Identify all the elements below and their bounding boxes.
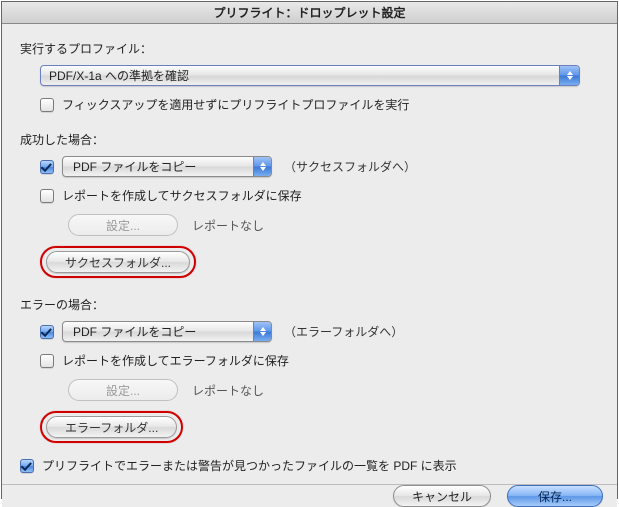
- success-copy-select[interactable]: PDF ファイルをコピー: [62, 156, 272, 177]
- error-report-label: レポートを作成してエラーフォルダに保存: [62, 352, 289, 369]
- error-label: エラーの場合：: [20, 296, 599, 313]
- updown-arrows-icon: [253, 322, 271, 341]
- error-copy-select-value: PDF ファイルをコピー: [73, 323, 196, 340]
- error-folder-highlight: エラーフォルダ...: [40, 411, 183, 443]
- success-copy-checkbox[interactable]: [40, 160, 54, 174]
- success-report-label: レポートを作成してサクセスフォルダに保存: [62, 187, 302, 204]
- updown-arrows-icon: [253, 157, 271, 176]
- save-button[interactable]: 保存...: [507, 485, 603, 507]
- window-title: プリフライト：ドロップレット設定: [2, 2, 617, 24]
- dialog-footer: キャンセル 保存...: [2, 484, 617, 507]
- error-settings-button: 設定...: [68, 379, 178, 401]
- profile-select[interactable]: PDF/X-1a への準拠を確認: [40, 65, 580, 86]
- success-label: 成功した場合：: [20, 131, 599, 148]
- error-copy-select[interactable]: PDF ファイルをコピー: [62, 321, 272, 342]
- fixups-checkbox[interactable]: [40, 98, 54, 112]
- summary-pdf-label: プリフライトでエラーまたは警告が見つかったファイルの一覧を PDF に表示: [42, 457, 457, 474]
- success-report-none: レポートなし: [192, 217, 264, 234]
- success-copy-select-value: PDF ファイルをコピー: [73, 158, 196, 175]
- fixups-checkbox-label: フィックスアップを適用せずにプリフライトプロファイルを実行: [62, 96, 409, 113]
- success-report-checkbox[interactable]: [40, 189, 54, 203]
- error-copy-checkbox[interactable]: [40, 325, 54, 339]
- error-report-checkbox[interactable]: [40, 354, 54, 368]
- profile-label: 実行するプロファイル：: [20, 40, 599, 57]
- preflight-droplet-window: プリフライト：ドロップレット設定 実行するプロファイル： PDF/X-1a への…: [1, 1, 618, 499]
- cancel-button[interactable]: キャンセル: [393, 485, 491, 507]
- success-destination-hint: （サクセスフォルダへ）: [284, 158, 416, 175]
- profile-select-value: PDF/X-1a への準拠を確認: [49, 67, 189, 84]
- error-folder-button[interactable]: エラーフォルダ...: [46, 416, 177, 438]
- summary-pdf-checkbox[interactable]: [20, 459, 34, 473]
- window-body: 実行するプロファイル： PDF/X-1a への準拠を確認 フィックスアップを適用…: [2, 24, 617, 484]
- success-settings-button: 設定...: [68, 214, 178, 236]
- updown-arrows-icon: [559, 66, 579, 85]
- success-folder-highlight: サクセスフォルダ...: [40, 246, 196, 278]
- success-folder-button[interactable]: サクセスフォルダ...: [46, 251, 190, 273]
- error-report-none: レポートなし: [192, 382, 264, 399]
- error-destination-hint: （エラーフォルダへ）: [284, 323, 403, 340]
